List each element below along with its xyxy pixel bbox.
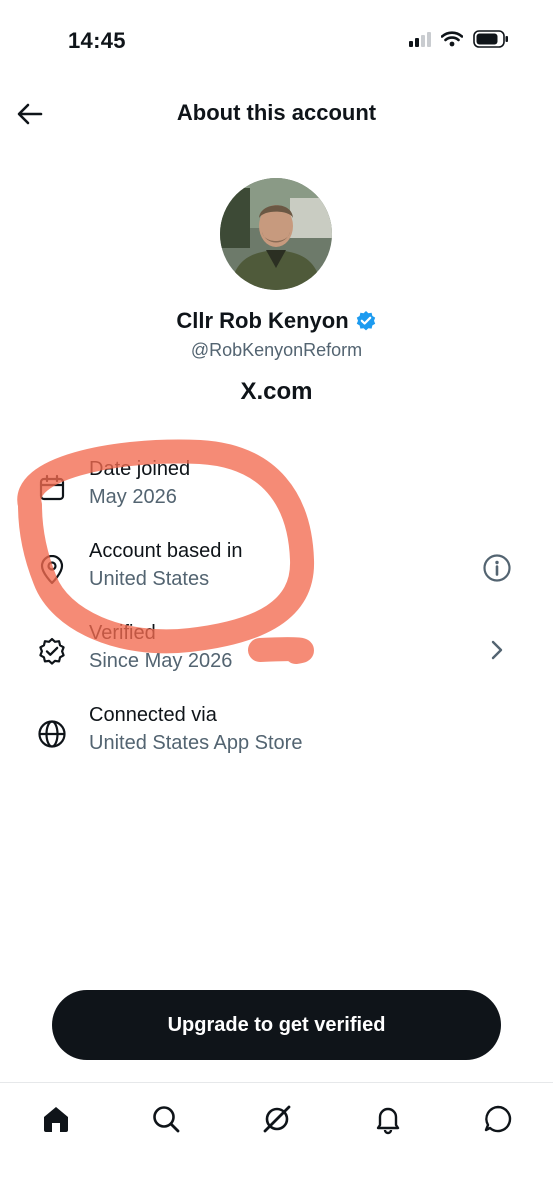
display-name: Cllr Rob Kenyon — [0, 308, 553, 334]
tab-grok[interactable] — [257, 1099, 297, 1139]
status-icons — [409, 30, 509, 48]
tab-messages[interactable] — [478, 1099, 518, 1139]
notifications-bell-icon — [376, 1107, 400, 1135]
site-label: X.com — [240, 378, 313, 405]
verified-badge-icon — [356, 311, 375, 331]
cellular-signal-icon — [409, 31, 431, 47]
page-header: About this account — [0, 88, 553, 142]
info-button[interactable] — [477, 548, 517, 588]
page-title: About this account — [176, 100, 377, 125]
home-icon — [44, 1107, 68, 1132]
detail-value: United States App Store — [89, 732, 303, 754]
messages-icon — [484, 1105, 512, 1133]
detail-title: Date joined — [89, 458, 191, 480]
bottom-tab-bar — [0, 1082, 553, 1201]
battery-icon — [473, 30, 508, 48]
detail-value: Since May 2026 — [89, 650, 233, 672]
display-name-text: Cllr Rob Kenyon — [176, 308, 349, 333]
tab-search[interactable] — [146, 1099, 186, 1139]
detail-title: Verified — [89, 622, 156, 644]
detail-value: United States — [89, 568, 210, 590]
wifi-icon — [441, 31, 463, 47]
avatar[interactable] — [220, 178, 332, 290]
detail-title: Account based in — [89, 540, 243, 562]
detail-row-date-joined: Date joined May 2026 — [0, 458, 553, 524]
globe-icon — [34, 716, 70, 752]
upgrade-button[interactable]: Upgrade to get verified — [52, 990, 501, 1060]
verified-badge-outline-icon — [34, 634, 70, 670]
detail-row-verified[interactable]: Verified Since May 2026 — [0, 622, 553, 688]
calendar-icon — [34, 470, 70, 506]
tab-home[interactable] — [36, 1099, 76, 1139]
location-pin-icon — [34, 552, 70, 588]
verified-details-button[interactable] — [477, 630, 517, 670]
avatar-image — [220, 178, 332, 290]
detail-value: May 2026 — [89, 486, 177, 508]
status-time: 14:45 — [68, 28, 126, 53]
detail-row-connected-via: Connected via United States App Store — [0, 704, 553, 770]
search-icon — [153, 1106, 180, 1133]
detail-row-account-based-in: Account based in United States — [0, 540, 553, 606]
info-icon — [483, 554, 511, 582]
handle: @RobKenyonReform — [190, 340, 363, 360]
grok-icon — [263, 1105, 291, 1133]
status-bar: 14:45 — [0, 0, 553, 80]
detail-title: Connected via — [89, 704, 217, 726]
chevron-right-icon — [491, 640, 503, 660]
tab-notifications[interactable] — [368, 1099, 408, 1139]
